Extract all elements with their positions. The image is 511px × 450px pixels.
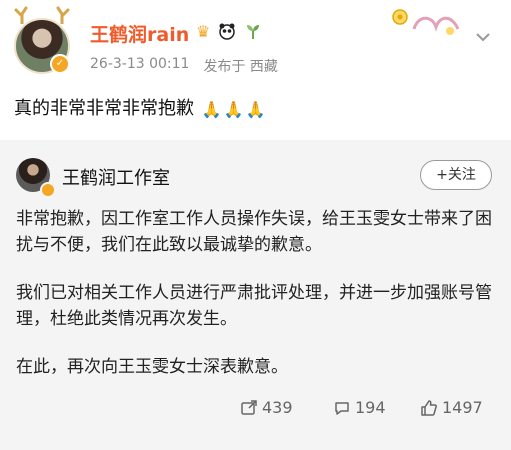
avatar[interactable]: ✓ bbox=[14, 6, 70, 74]
repost-paragraph: 在此，再次向王玉雯女士深表歉意。 bbox=[16, 357, 288, 377]
like-icon bbox=[421, 399, 437, 416]
verified-icon bbox=[40, 182, 56, 198]
post-location: 发布于 西藏 bbox=[203, 59, 278, 75]
chevron-down-icon[interactable] bbox=[472, 26, 494, 48]
antler-decoration-icon bbox=[14, 6, 28, 24]
sprout-icon bbox=[244, 22, 262, 44]
pray-emoji-icon: 🙏 bbox=[201, 99, 222, 119]
comment-icon bbox=[335, 401, 349, 415]
action-bar: 439 194 1497 bbox=[0, 398, 511, 428]
panda-icon bbox=[218, 22, 236, 44]
post-header: ✓ 王鹤润rain ♛ 26-3-13 00:11 发布于 西藏 bbox=[0, 0, 511, 90]
pray-emoji-group: 🙏 🙏 🙏 bbox=[202, 100, 266, 119]
post-meta: 26-3-13 00:11 发布于 西藏 bbox=[90, 56, 278, 76]
post-text: 真的非常非常非常抱歉 🙏 🙏 🙏 bbox=[14, 94, 266, 120]
pray-emoji-icon: 🙏 bbox=[223, 99, 244, 119]
decor-sticker-icon bbox=[392, 9, 460, 35]
post-timestamp: 26-3-13 00:11 bbox=[90, 56, 190, 72]
repost-icon bbox=[241, 399, 257, 415]
repost-button[interactable]: 439 bbox=[240, 398, 293, 417]
repost-paragraph: 非常抱歉，因工作室工作人员操作失误，给王玉雯女士带来了困扰与不便，我们在此致以最… bbox=[16, 209, 492, 255]
comment-button[interactable]: 194 bbox=[333, 398, 386, 417]
like-count: 1497 bbox=[442, 398, 483, 417]
username[interactable]: 王鹤润rain bbox=[90, 20, 189, 47]
repost-count: 439 bbox=[262, 398, 293, 417]
repost-body: 非常抱歉，因工作室工作人员操作失误，给王玉雯女士带来了困扰与不便，我们在此致以最… bbox=[16, 206, 496, 402]
follow-button[interactable]: +关注 bbox=[420, 160, 492, 190]
like-button[interactable]: 1497 bbox=[420, 398, 483, 417]
verified-icon: ✓ bbox=[50, 54, 70, 74]
pray-emoji-icon: 🙏 bbox=[245, 99, 266, 119]
post-text-content: 真的非常非常非常抱歉 bbox=[14, 98, 194, 119]
comment-count: 194 bbox=[355, 398, 386, 417]
antler-decoration-icon bbox=[56, 6, 70, 24]
studio-name[interactable]: 王鹤润工作室 bbox=[62, 164, 170, 190]
repost-paragraph: 我们已对相关工作人员进行严肃批评处理，并进一步加强账号管理，杜绝此类情况再次发生… bbox=[16, 283, 492, 329]
vip-crown-icon: ♛ bbox=[196, 22, 211, 41]
